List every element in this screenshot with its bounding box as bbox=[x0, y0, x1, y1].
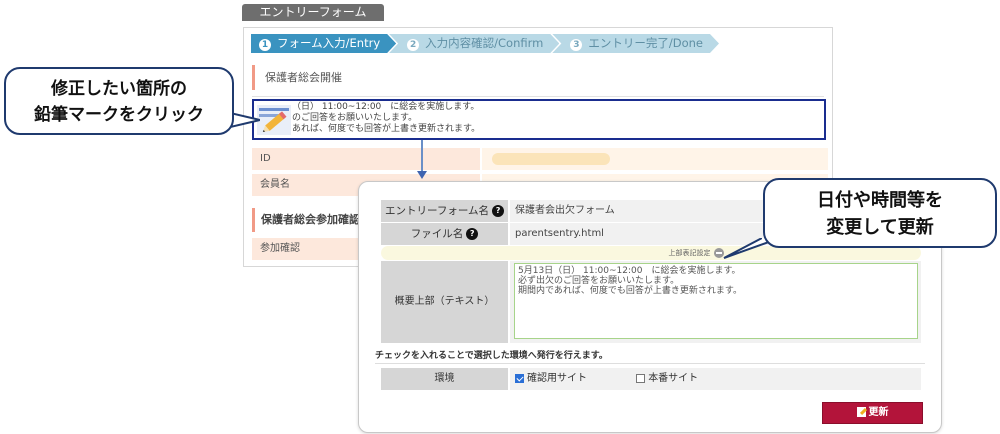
summary-line: 5月13日（日） 11:00~12:00 に総会を実施します。 bbox=[518, 266, 741, 276]
step-label: フォーム入力/Entry bbox=[277, 36, 381, 50]
upper-setting-toggle[interactable]: 上部表記設定 bbox=[381, 246, 921, 260]
callout-click-pencil: 修正したい箇所の 鉛筆マークをクリック bbox=[4, 67, 234, 135]
divider bbox=[375, 363, 925, 364]
step-label: 入力内容確認/Confirm bbox=[425, 36, 544, 50]
form-name-label-cell: エントリーフォーム名? bbox=[381, 200, 508, 222]
step-confirm: 2 入力内容確認/Confirm bbox=[389, 34, 559, 53]
step-entry: 1 フォーム入力/Entry bbox=[251, 34, 396, 53]
summary-label: 概要上部（テキスト） bbox=[381, 261, 508, 343]
checkbox-icon[interactable] bbox=[636, 373, 646, 383]
summary-textarea[interactable]: 5月13日（日） 11:00~12:00 に総会を実施します。 必ず出欠のご回答… bbox=[514, 263, 918, 339]
callout-line: 変更して更新 bbox=[826, 217, 934, 238]
step-number: 2 bbox=[407, 39, 419, 51]
form-title-tab: エントリーフォーム bbox=[242, 4, 384, 21]
step-number: 1 bbox=[259, 39, 271, 51]
arrow-down-icon bbox=[417, 171, 427, 179]
callout-line: 日付や時間等を bbox=[817, 190, 943, 211]
id-label: ID bbox=[252, 148, 480, 170]
callout-line: 修正したい箇所の bbox=[51, 79, 187, 99]
form-name-label: エントリーフォーム名 bbox=[384, 205, 490, 217]
step-number: 3 bbox=[570, 39, 582, 51]
environment-row: 環境 確認用サイト 本番サイト bbox=[381, 368, 921, 390]
divider bbox=[252, 96, 824, 97]
summary-line: 期間内であれば、何度でも回答が上書き更新されます。 bbox=[518, 286, 743, 296]
environment-label: 環境 bbox=[381, 368, 508, 390]
file-name-label: ファイル名 bbox=[410, 228, 464, 240]
env-option-label: 確認用サイト bbox=[527, 373, 587, 384]
upper-setting-label: 上部表記設定 bbox=[668, 249, 711, 257]
highlight-frame bbox=[252, 99, 826, 140]
summary-value-cell: 5月13日（日） 11:00~12:00 に総会を実施します。 必ず出欠のご回答… bbox=[510, 261, 921, 343]
callout-line: 鉛筆マークをクリック bbox=[34, 105, 204, 125]
help-icon[interactable]: ? bbox=[466, 228, 479, 240]
publish-note: チェックを入れることで選択した環境へ発行を行えます。 bbox=[375, 351, 608, 361]
progress-steps: 1 フォーム入力/Entry 2 入力内容確認/Confirm 3 エントリー完了/D… bbox=[251, 34, 712, 53]
connector-line bbox=[421, 140, 423, 172]
env-option-production[interactable]: 本番サイト bbox=[636, 368, 698, 390]
id-value bbox=[482, 148, 828, 170]
pencil-icon[interactable] bbox=[257, 105, 291, 135]
env-option-label: 本番サイト bbox=[648, 373, 699, 384]
update-button-label: 更新 bbox=[868, 407, 889, 418]
update-button[interactable]: 更新 bbox=[822, 402, 923, 424]
help-icon[interactable]: ? bbox=[492, 205, 505, 217]
env-option-confirm[interactable]: 確認用サイト bbox=[515, 368, 587, 390]
summary-line: 必ず出欠のご回答をお願いいたします。 bbox=[518, 276, 680, 286]
step-label: エントリー完了/Done bbox=[588, 36, 703, 50]
id-row: ID bbox=[252, 148, 828, 170]
checkbox-checked-icon[interactable] bbox=[515, 373, 524, 383]
environment-options: 確認用サイト 本番サイト bbox=[510, 368, 921, 390]
id-value-field bbox=[492, 153, 610, 165]
file-name-label-cell: ファイル名? bbox=[381, 223, 508, 245]
edit-icon bbox=[856, 407, 866, 417]
step-done: 3 エントリー完了/Done bbox=[552, 34, 719, 53]
summary-row: 概要上部（テキスト） 5月13日（日） 11:00~12:00 に総会を実施しま… bbox=[381, 261, 921, 343]
section-title: 保護者総会開催 bbox=[252, 65, 824, 90]
callout-change-date: 日付や時間等を 変更して更新 bbox=[763, 178, 997, 248]
